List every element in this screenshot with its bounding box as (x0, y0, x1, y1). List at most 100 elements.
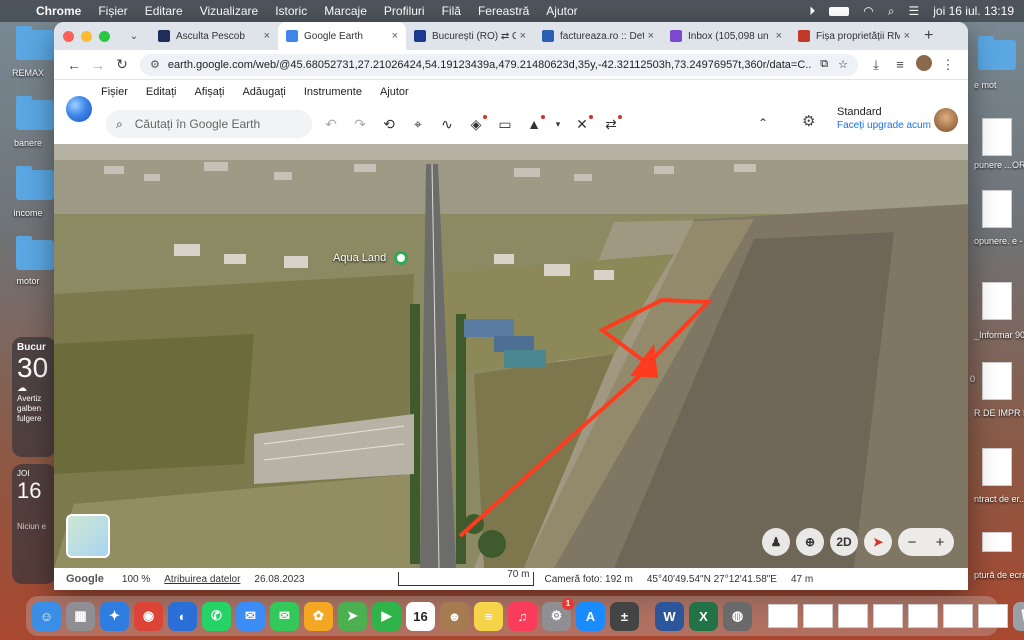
zoom-in-button[interactable]: + (936, 534, 945, 551)
screenshot-icon[interactable] (982, 532, 1012, 552)
historical-imagery-icon[interactable]: ⟲ (380, 116, 398, 133)
document-icon[interactable] (982, 362, 1012, 400)
battery-icon[interactable] (829, 6, 850, 16)
disk-utility-icon[interactable]: ◍ (723, 601, 752, 631)
earth-3d-map[interactable]: Aqua Land ♟ ⊕ 2D ➤ − + (54, 144, 968, 568)
projects-icon[interactable]: ⇄ (602, 114, 622, 133)
menubar-item-file[interactable]: Fișier (98, 4, 127, 18)
pegman-icon[interactable]: ♟ (762, 528, 790, 556)
minimap-thumbnail[interactable] (66, 514, 110, 558)
undo-icon[interactable]: ↶ (322, 116, 340, 133)
pdf-icon[interactable] (982, 282, 1012, 320)
facetime-icon[interactable]: ▶ (372, 601, 401, 631)
my-location-icon[interactable]: ⊕ (796, 528, 824, 556)
document-icon[interactable] (982, 118, 1012, 156)
browser-tab[interactable]: factureaza.ro :: Det × (534, 22, 662, 50)
music-icon[interactable]: ♫ (508, 601, 537, 631)
media-control-icon[interactable]: ≡ (888, 57, 912, 72)
dock-recent-document[interactable] (768, 604, 798, 628)
earth-menu-edit[interactable]: Editați (146, 86, 177, 98)
browser-menu-icon[interactable]: ⋮ (936, 57, 960, 73)
mail-icon[interactable]: ✉ (236, 601, 265, 631)
forward-button[interactable]: → (86, 57, 110, 73)
site-info-icon[interactable]: ⚙ (150, 58, 160, 71)
weather-widget[interactable]: Bucur 30 ☁ Avertiz galben fulgere (12, 337, 56, 457)
data-attribution-link[interactable]: Atribuirea datelor (164, 574, 240, 585)
menubar-item-window[interactable]: Fereastră (478, 4, 529, 18)
settings-icon[interactable]: ⚙ 1 (542, 597, 574, 631)
folder-icon[interactable] (16, 236, 54, 270)
place-label[interactable]: Aqua Land (333, 251, 409, 265)
calendar-widget[interactable]: JOI 16 Niciun e (12, 464, 56, 584)
app-store-icon[interactable]: A (576, 601, 605, 631)
map-style-icon[interactable]: ▲ (525, 115, 545, 132)
maximize-window-button[interactable] (99, 30, 110, 42)
edge-icon[interactable]: ◐ (168, 601, 197, 631)
bookmark-star-icon[interactable]: ☆ (838, 58, 848, 71)
folder-icon[interactable] (16, 26, 54, 60)
profile-avatar[interactable] (912, 55, 936, 74)
close-tab-icon[interactable]: × (776, 30, 782, 42)
user-avatar[interactable] (934, 108, 958, 132)
earth-menu-add[interactable]: Adăugați (242, 86, 285, 98)
install-app-icon[interactable]: ⧉ (820, 58, 828, 71)
photos-icon[interactable]: ✿ (304, 601, 333, 631)
dock-recent-document[interactable] (978, 604, 1008, 628)
download-icon[interactable]: ⤓ (864, 57, 888, 73)
close-tab-icon[interactable]: × (264, 30, 270, 42)
desktop-item-label[interactable]: _Informar 901.pdf (974, 330, 1024, 341)
earth-search-input[interactable]: ⌕ Căutați în Google Earth (106, 110, 312, 138)
excel-icon[interactable]: X (689, 601, 718, 631)
menubar-item-profiles[interactable]: Profiluri (384, 4, 425, 18)
menubar-item-view[interactable]: Vizualizare (200, 4, 258, 18)
menubar-clock[interactable]: joi 16 iul. 13:19 (933, 4, 1014, 18)
maps-icon[interactable]: ➤ (338, 601, 367, 631)
close-window-button[interactable] (63, 30, 74, 42)
folder-icon[interactable] (978, 36, 1016, 70)
dock-recent-document[interactable] (873, 604, 903, 628)
url-field[interactable]: ⚙ earth.google.com/web/@45.68052731,27.2… (140, 53, 858, 76)
menubar-item-help[interactable]: Ajutor (546, 4, 577, 18)
zoom-level[interactable]: 100 % (122, 574, 150, 585)
zoom-out-button[interactable]: − (908, 534, 917, 551)
redo-icon[interactable]: ↷ (351, 116, 369, 133)
upgrade-link[interactable]: Faceți upgrade acum (837, 120, 931, 131)
document-icon[interactable] (982, 190, 1012, 228)
desktop-item-label[interactable]: opunere. e - Copy.p (974, 236, 1024, 247)
notes-icon[interactable]: ≡ (474, 601, 503, 631)
dock-recent-document[interactable] (838, 604, 868, 628)
path-icon[interactable]: ∿ (438, 116, 456, 133)
earth-menu-tools[interactable]: Instrumente (304, 86, 362, 98)
browser-tab[interactable]: Asculta Pescob × (150, 22, 278, 50)
back-button[interactable]: ← (62, 57, 86, 73)
minimize-window-button[interactable] (81, 30, 92, 42)
google-earth-logo[interactable] (66, 96, 92, 122)
wifi-icon[interactable]: ◠ (863, 4, 873, 18)
word-icon[interactable]: W (655, 601, 684, 631)
layers-icon[interactable]: ◈ (467, 114, 487, 133)
placemark-icon[interactable]: ⌖ (409, 116, 427, 133)
messages-icon[interactable]: ✉ (270, 601, 299, 631)
settings-gear-icon[interactable]: ⚙ (802, 112, 815, 130)
desktop-item-label[interactable]: R DE IMPR N...SRL.do (974, 408, 1024, 419)
desktop-item-label[interactable]: motor (2, 276, 54, 286)
folder-icon[interactable] (16, 166, 54, 200)
menubar-item-history[interactable]: Istoric (275, 4, 307, 18)
desktop-item-label[interactable]: income (2, 208, 54, 218)
desktop-item-label[interactable]: ptură de ecra din 202...11.28 (974, 570, 1024, 581)
browser-tab[interactable]: Inbox (105,098 un × (662, 22, 790, 50)
measure-icon[interactable]: ▭ (496, 116, 514, 133)
menubar-item-tab[interactable]: Filă (442, 4, 461, 18)
calendar-icon[interactable]: 16 (406, 601, 435, 631)
collapse-toolbar-icon[interactable]: ⌃ (758, 116, 768, 130)
desktop-item-label[interactable]: banere (2, 138, 54, 148)
chrome-icon[interactable]: ◉ (134, 601, 163, 631)
tab-search-icon[interactable]: ⌄ (124, 31, 144, 42)
contacts-icon[interactable]: ☻ (440, 601, 469, 631)
browser-tab[interactable]: București (RO) ⇄ C × (406, 22, 534, 50)
close-tab-icon[interactable]: × (904, 30, 910, 42)
map-style-dropdown-icon[interactable]: ▾ (554, 119, 562, 130)
folder-icon[interactable] (16, 96, 54, 130)
desktop-item-label[interactable]: REMAX (2, 68, 54, 78)
compass-icon[interactable]: ➤ (864, 528, 892, 556)
